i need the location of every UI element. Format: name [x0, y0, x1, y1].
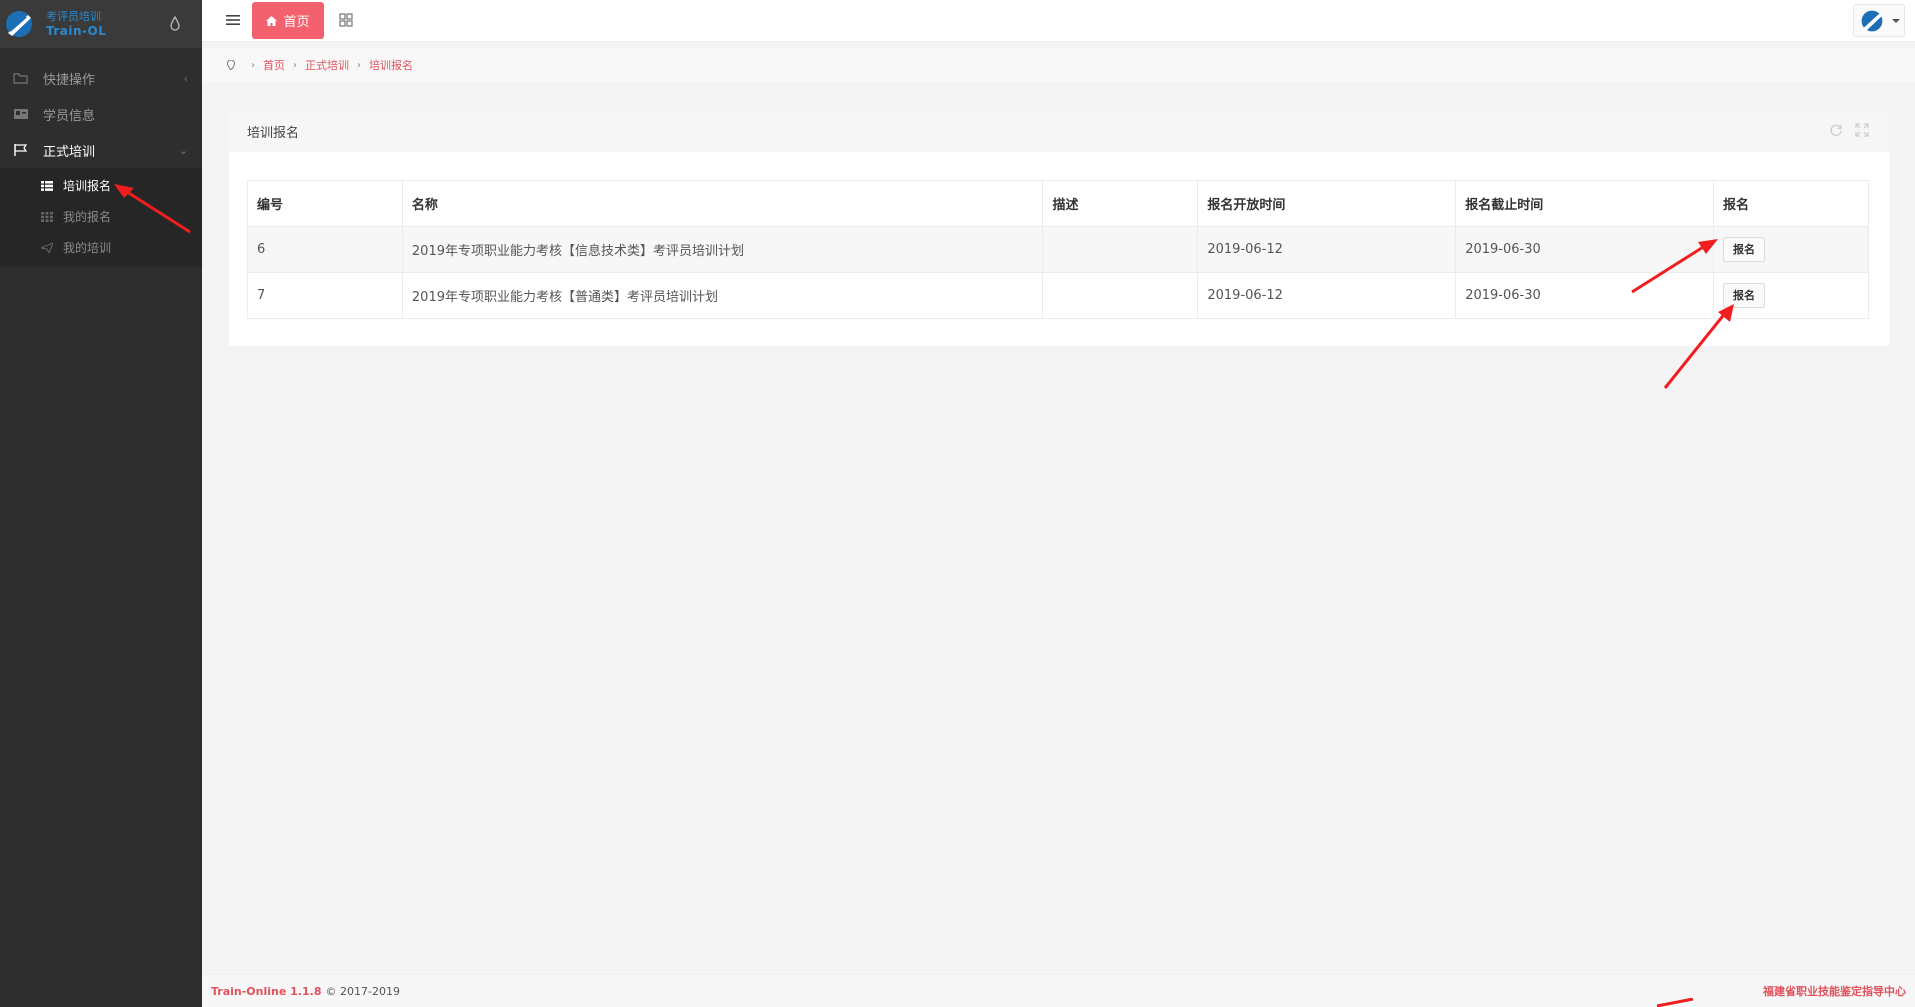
cell-id: 7	[247, 272, 403, 319]
column-header-signup: 报名	[1713, 180, 1869, 227]
table-row: 7 2019年专项职业能力考核【普通类】考评员培训计划 2019-06-12 2…	[247, 272, 1869, 319]
sidebar-subitem-label: 我的报名	[63, 210, 112, 224]
sidebar: 考评员培训 Train-OL 快捷操作 ‹ 学员信息 正式培训 ⌄ 培训报名 我…	[0, 0, 202, 1007]
breadcrumb-separator-icon: ›	[251, 59, 255, 71]
user-menu-button[interactable]	[1853, 4, 1905, 37]
table-header-row: 编号 名称 描述 报名开放时间 报名截止时间 报名	[247, 180, 1869, 227]
sidebar-item-student-info[interactable]: 学员信息	[0, 96, 202, 132]
signup-table: 编号 名称 描述 报名开放时间 报名截止时间 报名 6 2019年专项职业能力考…	[247, 180, 1869, 319]
brand[interactable]: 考评员培训 Train-OL	[0, 0, 202, 48]
column-header-id: 编号	[247, 180, 403, 227]
refresh-icon[interactable]	[1829, 123, 1843, 137]
footer-version: Train-Online 1.1.8	[211, 984, 322, 998]
tab-home[interactable]: 首页	[252, 2, 324, 39]
cell-close-time: 2019-06-30	[1455, 272, 1715, 319]
panel-title: 培训报名	[247, 125, 300, 141]
column-header-open-time: 报名开放时间	[1197, 180, 1457, 227]
breadcrumb-item-formal-training[interactable]: 正式培训	[305, 57, 349, 73]
sidebar-menu: 快捷操作 ‹ 学员信息 正式培训 ⌄	[0, 60, 202, 168]
cell-id: 6	[247, 226, 403, 273]
sidebar-subitem-my-training[interactable]: 我的培训	[0, 232, 202, 263]
apps-grid-icon[interactable]	[339, 13, 353, 27]
folder-icon	[13, 73, 28, 84]
cell-action: 报名	[1713, 226, 1869, 273]
brand-logo-icon	[6, 11, 32, 37]
sidebar-item-formal-training[interactable]: 正式培训 ⌄	[0, 132, 202, 168]
cell-name: 2019年专项职业能力考核【普通类】考评员培训计划	[401, 272, 1044, 319]
signup-button[interactable]: 报名	[1723, 237, 1766, 262]
chevron-down-icon: ⌄	[178, 144, 188, 157]
brand-title-cn: 考评员培训	[46, 10, 101, 23]
cell-open-time: 2019-06-12	[1197, 226, 1457, 273]
panel-header: 培训报名	[229, 110, 1889, 152]
user-avatar-icon	[1861, 10, 1883, 31]
signup-button[interactable]: 报名	[1723, 283, 1766, 308]
footer-copyright: © 2017-2019	[325, 984, 400, 998]
topbar: 首页	[202, 0, 1915, 42]
sidebar-subitem-label: 我的培训	[63, 241, 112, 255]
sidebar-subitem-label: 培训报名	[63, 179, 112, 193]
breadcrumb-item-home[interactable]: 首页	[263, 57, 285, 73]
cell-desc	[1042, 272, 1199, 319]
sidebar-subitem-training-signup[interactable]: 培训报名	[0, 170, 202, 201]
cell-action: 报名	[1713, 272, 1869, 319]
table-icon	[41, 180, 53, 191]
column-header-close-time: 报名截止时间	[1455, 180, 1715, 227]
hamburger-menu-icon[interactable]	[226, 14, 240, 26]
sidebar-subitem-my-signups[interactable]: 我的报名	[0, 201, 202, 232]
fullscreen-icon[interactable]	[1855, 123, 1869, 137]
id-card-icon	[14, 109, 28, 119]
sidebar-item-quick-actions[interactable]: 快捷操作 ‹	[0, 60, 202, 96]
signup-panel: 培训报名 编号 名称 描述 报名开放时间 报名截止时间 报名 6 2019年专项…	[229, 110, 1889, 346]
grid-icon	[41, 211, 53, 222]
chevron-left-icon: ‹	[183, 72, 188, 85]
column-header-desc: 描述	[1042, 180, 1199, 227]
flag-icon	[14, 144, 28, 156]
tab-home-label: 首页	[283, 15, 310, 30]
cell-close-time: 2019-06-30	[1455, 226, 1715, 273]
table-row: 6 2019年专项职业能力考核【信息技术类】考评员培训计划 2019-06-12…	[247, 226, 1869, 273]
sidebar-item-label: 快捷操作	[43, 72, 96, 88]
paper-plane-icon	[41, 242, 53, 253]
sidebar-item-label: 正式培训	[43, 144, 96, 160]
sidebar-item-label: 学员信息	[43, 108, 96, 124]
home-icon	[266, 15, 278, 26]
location-pin-icon	[227, 60, 235, 70]
footer: Train-Online 1.1.8 © 2017-2019 福建省职业技能鉴定…	[202, 974, 1915, 1007]
theme-drop-icon[interactable]	[168, 15, 182, 33]
cell-open-time: 2019-06-12	[1197, 272, 1457, 319]
cell-desc	[1042, 226, 1199, 273]
breadcrumb: › 首页 › 正式培训 › 培训报名	[202, 48, 1915, 82]
sidebar-submenu: 培训报名 我的报名 我的培训	[0, 168, 202, 267]
cell-name: 2019年专项职业能力考核【信息技术类】考评员培训计划	[401, 226, 1044, 273]
column-header-name: 名称	[401, 180, 1044, 227]
breadcrumb-item-training-signup[interactable]: 培训报名	[369, 57, 413, 73]
footer-org-link[interactable]: 福建省职业技能鉴定指导中心	[1763, 983, 1906, 999]
breadcrumb-separator-icon: ›	[357, 59, 361, 71]
breadcrumb-separator-icon: ›	[293, 59, 297, 71]
caret-down-icon	[1892, 18, 1900, 23]
brand-title-en: Train-OL	[46, 24, 107, 38]
